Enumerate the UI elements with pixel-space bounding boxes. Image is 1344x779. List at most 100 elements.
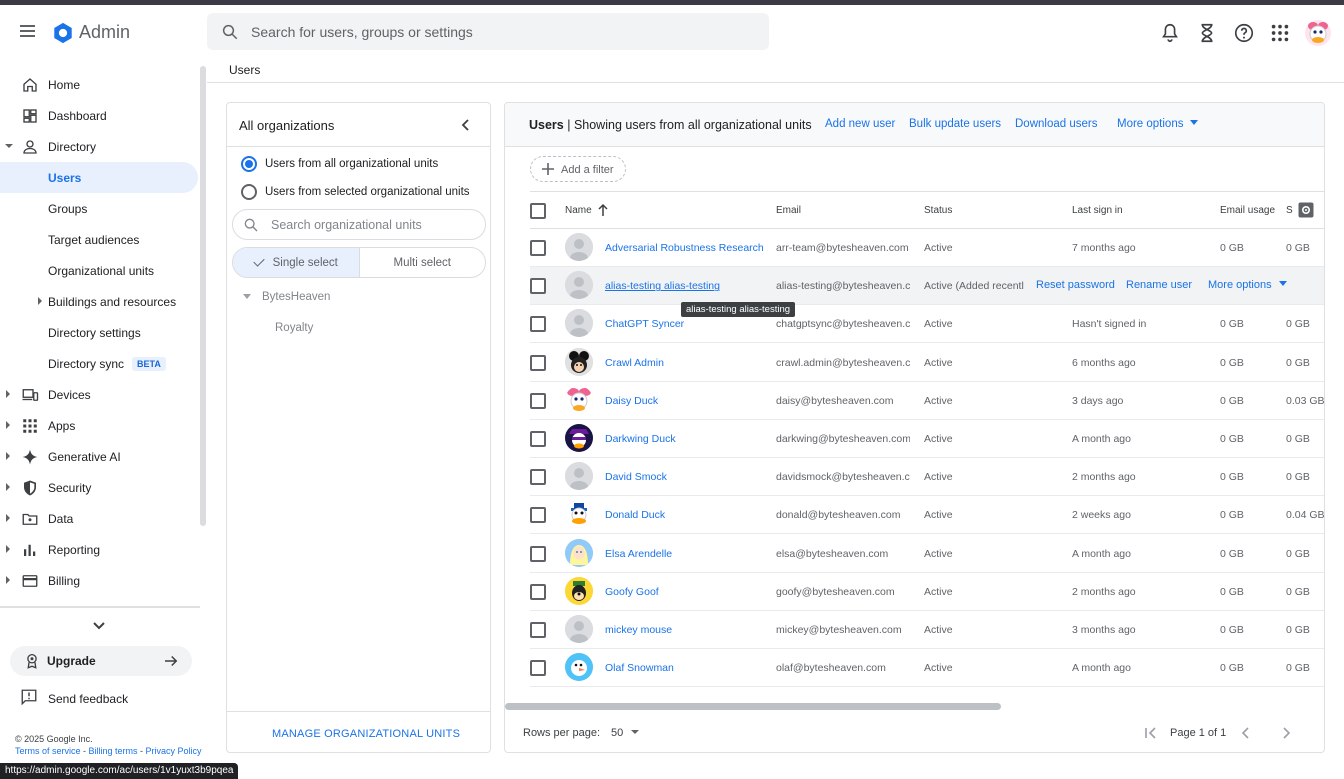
- user-name-link[interactable]: Crawl Admin: [605, 357, 664, 369]
- row-checkbox[interactable]: [530, 392, 546, 409]
- table-row[interactable]: David Smock davidsmock@bytesheaven.com Act…: [530, 458, 1324, 497]
- sidebar-item-billing[interactable]: Billing: [0, 565, 198, 596]
- sidebar-item-directory[interactable]: Directory: [0, 131, 198, 162]
- user-name-link[interactable]: Elsa Arendelle: [605, 548, 672, 560]
- chevron-left-icon[interactable]: [458, 117, 474, 133]
- add-filter-button[interactable]: Add a filter: [530, 156, 626, 182]
- user-name-link[interactable]: mickey mouse: [605, 624, 672, 636]
- row-checkbox[interactable]: [530, 431, 546, 447]
- sidebar-item-reporting[interactable]: Reporting: [0, 534, 198, 565]
- sidebar-item-organizational-units[interactable]: Organizational units: [0, 255, 198, 286]
- row-checkbox[interactable]: [530, 583, 546, 600]
- tree-expand-caret-icon[interactable]: [243, 294, 251, 299]
- user-name-link[interactable]: Darkwing Duck: [605, 433, 676, 445]
- table-row[interactable]: mickey mouse mickey@bytesheaven.com Active…: [530, 611, 1324, 649]
- sidebar-item-security[interactable]: Security: [0, 472, 198, 503]
- column-settings-icon[interactable]: [1298, 202, 1314, 218]
- sidebar-item-apps[interactable]: Apps: [0, 410, 198, 441]
- table-row[interactable]: Daisy Duck daisy@bytesheaven.com Active 3 d…: [530, 382, 1324, 420]
- table-row[interactable]: Olaf Snowman olaf@bytesheaven.com Active A …: [530, 649, 1324, 688]
- org-unit-search[interactable]: [232, 209, 486, 240]
- apps-grid-icon[interactable]: [1269, 22, 1291, 44]
- column-header-storage[interactable]: S: [1286, 205, 1293, 216]
- privacy-policy-link[interactable]: Privacy Policy: [146, 746, 202, 756]
- account-avatar[interactable]: [1305, 20, 1331, 46]
- table-row[interactable]: Crawl Admin crawl.admin@bytesheaven.com Ac…: [530, 344, 1324, 382]
- more-options-button[interactable]: More options: [1117, 118, 1199, 130]
- row-checkbox[interactable]: [530, 354, 546, 371]
- sidebar-item-home[interactable]: Home: [0, 69, 198, 100]
- row-checkbox[interactable]: [530, 507, 546, 524]
- upgrade-button[interactable]: Upgrade: [10, 646, 192, 676]
- table-horizontal-scrollbar[interactable]: [505, 703, 1001, 710]
- org-tree-item-bytesheaven[interactable]: BytesHeaven: [262, 291, 330, 303]
- rename-user-button[interactable]: Rename user: [1126, 279, 1192, 291]
- row-checkbox[interactable]: [530, 469, 546, 486]
- manage-org-units-button[interactable]: MANAGE ORGANIZATIONAL UNITS: [272, 728, 460, 740]
- radio-button[interactable]: [241, 184, 257, 200]
- row-checkbox[interactable]: [530, 240, 546, 256]
- column-header-status[interactable]: Status: [924, 205, 952, 216]
- global-search-input[interactable]: [251, 13, 751, 50]
- sidebar-item-buildings-resources[interactable]: Buildings and resources: [0, 286, 198, 317]
- sidebar-scrollbar[interactable]: [200, 66, 206, 526]
- sidebar-item-groups[interactable]: Groups: [0, 193, 198, 224]
- download-users-button[interactable]: Download users: [1015, 118, 1097, 130]
- bulk-update-users-button[interactable]: Bulk update users: [909, 118, 1001, 130]
- breadcrumb-users[interactable]: Users: [229, 63, 260, 77]
- column-header-email[interactable]: Email: [776, 205, 801, 216]
- sidebar-item-generative-ai[interactable]: Generative AI: [0, 441, 198, 472]
- sidebar-item-directory-sync[interactable]: Directory sync BETA: [0, 348, 198, 379]
- sidebar-item-data[interactable]: Data: [0, 503, 198, 534]
- first-page-icon[interactable]: [1143, 725, 1159, 741]
- user-name-link[interactable]: Adversarial Robustness Research: [605, 242, 764, 254]
- sidebar-item-devices[interactable]: Devices: [0, 379, 198, 410]
- add-new-user-button[interactable]: Add new user: [825, 118, 895, 130]
- table-row[interactable]: Donald Duck donald@bytesheaven.com Active 2…: [530, 496, 1324, 535]
- user-name-link[interactable]: ChatGPT Syncer: [605, 318, 684, 330]
- radio-all-org-units[interactable]: Users from all organizational units: [241, 154, 438, 174]
- user-name-link[interactable]: Goofy Goof: [605, 586, 659, 598]
- column-header-name[interactable]: Name: [565, 205, 592, 216]
- next-page-icon[interactable]: [1278, 725, 1294, 741]
- user-name-link[interactable]: Daisy Duck: [605, 395, 658, 407]
- row-checkbox[interactable]: [530, 622, 546, 638]
- single-select-button[interactable]: Single select: [233, 248, 360, 277]
- column-header-last-sign-in[interactable]: Last sign in: [1072, 205, 1123, 216]
- notifications-icon[interactable]: [1159, 22, 1181, 44]
- radio-button-selected[interactable]: [241, 156, 257, 172]
- rows-per-page-select[interactable]: 50: [611, 727, 639, 739]
- table-row[interactable]: Darkwing Duck darkwing@bytesheaven.com Act…: [530, 420, 1324, 458]
- org-tree-item-royalty[interactable]: Royalty: [275, 322, 313, 334]
- main-menu-icon[interactable]: [16, 19, 40, 43]
- multi-select-button[interactable]: Multi select: [360, 248, 486, 277]
- sort-ascending-icon[interactable]: [597, 203, 609, 217]
- previous-page-icon[interactable]: [1238, 725, 1254, 741]
- chevron-down-icon[interactable]: [91, 618, 107, 634]
- radio-selected-org-units[interactable]: Users from selected organizational units: [241, 182, 470, 202]
- billing-terms-link[interactable]: Billing terms: [89, 746, 138, 756]
- table-row[interactable]: Elsa Arendelle elsa@bytesheaven.com Active…: [530, 535, 1324, 573]
- sidebar-item-users[interactable]: Users: [0, 162, 198, 193]
- reset-password-button[interactable]: Reset password: [1036, 279, 1115, 291]
- help-icon[interactable]: [1233, 22, 1255, 44]
- table-row[interactable]: ChatGPT Syncer chatgptsync@bytesheaven.co…: [530, 305, 1324, 344]
- global-search[interactable]: [207, 13, 769, 50]
- tasks-hourglass-icon[interactable]: [1196, 22, 1218, 44]
- row-checkbox[interactable]: [530, 545, 546, 562]
- terms-of-service-link[interactable]: Terms of service: [15, 746, 81, 756]
- row-checkbox[interactable]: [530, 660, 546, 677]
- table-row[interactable]: Goofy Goof goofy@bytesheaven.com Active 2 m…: [530, 573, 1324, 611]
- sidebar-item-target-audiences[interactable]: Target audiences: [0, 224, 198, 255]
- user-name-link[interactable]: David Smock: [605, 471, 667, 483]
- row-checkbox[interactable]: [530, 316, 546, 333]
- app-title[interactable]: Admin: [79, 22, 130, 43]
- sidebar-item-dashboard[interactable]: Dashboard: [0, 100, 198, 131]
- select-all-checkbox[interactable]: [530, 203, 546, 219]
- org-unit-search-input[interactable]: [271, 210, 471, 239]
- user-name-link[interactable]: alias-testing alias-testing: [605, 280, 720, 292]
- user-name-link[interactable]: Olaf Snowman: [605, 662, 674, 674]
- table-row[interactable]: alias-testing alias-testing alias-testing…: [530, 267, 1324, 306]
- row-checkbox[interactable]: [530, 278, 546, 295]
- table-row[interactable]: Adversarial Robustness Research arr-team@…: [530, 229, 1324, 267]
